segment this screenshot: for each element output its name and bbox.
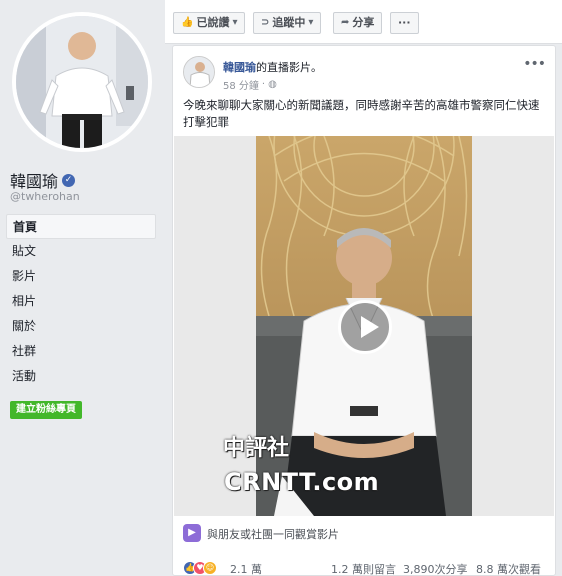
liked-label: 已說讚 — [196, 16, 230, 29]
video-post: 韓國瑜的直播影片。 58 分鐘 · ◍ ••• 今晚來聊聊大家關心的新聞議題，同… — [172, 45, 556, 576]
profile-avatar[interactable] — [12, 12, 152, 152]
page-sidebar: 韓國瑜 ✓ @twherohan 首頁 貼文 影片 相片 關於 社群 活動 建立… — [0, 0, 162, 576]
more-options-button[interactable]: ··· — [390, 12, 419, 34]
watch-party-icon: ▶ — [183, 524, 201, 542]
profile-name-row[interactable]: 韓國瑜 ✓ — [10, 168, 76, 192]
post-header: 韓國瑜的直播影片。 — [223, 59, 322, 75]
nav-item-events[interactable]: 活動 — [6, 364, 156, 389]
post-stats: 👍 ♥ ☺ 2.1 萬 1.2 萬則留言 3,890次分享 8.8 萬次觀看 — [183, 558, 547, 576]
author-photo — [184, 57, 214, 87]
post-action-text: 的直播影片。 — [256, 61, 322, 74]
post-author-avatar[interactable] — [183, 56, 215, 88]
liked-button[interactable]: 👍 已說讚 ▾ — [173, 12, 246, 34]
watermark-logo: 中評社 — [223, 436, 290, 461]
profile-handle[interactable]: @twherohan — [10, 190, 80, 203]
more-label: ··· — [398, 16, 411, 29]
verified-badge-icon: ✓ — [62, 173, 76, 187]
post-author-link[interactable]: 韓國瑜 — [223, 61, 256, 74]
share-count[interactable]: 3,890次分享 — [403, 561, 468, 575]
post-timestamp-row: 58 分鐘 · ◍ — [223, 77, 277, 92]
create-page-button[interactable]: 建立粉絲專頁 — [10, 401, 82, 419]
reaction-icons[interactable]: 👍 ♥ ☺ — [183, 561, 217, 575]
nav-item-videos[interactable]: 影片 — [6, 264, 156, 289]
view-count: 8.8 萬次觀看 — [476, 563, 541, 576]
nav-item-home[interactable]: 首頁 — [6, 214, 156, 239]
chevron-down-icon: ▾ — [308, 17, 314, 28]
profile-name[interactable]: 韓國瑜 — [10, 168, 58, 192]
play-button-icon[interactable] — [338, 300, 392, 354]
chevron-down-icon: ▾ — [232, 17, 238, 28]
thumbs-up-icon: 👍 — [181, 17, 194, 28]
page-nav: 首頁 貼文 影片 相片 關於 社群 活動 — [6, 214, 156, 389]
post-timestamp[interactable]: 58 分鐘 — [223, 77, 259, 92]
page-action-bar: 👍 已說讚 ▾ ⊃ 追蹤中 ▾ ➦ 分享 ··· — [165, 0, 562, 44]
nav-item-photos[interactable]: 相片 — [6, 289, 156, 314]
rss-icon: ⊃ — [261, 17, 270, 28]
nav-item-posts[interactable]: 貼文 — [6, 239, 156, 264]
share-label: 分享 — [352, 16, 375, 29]
comment-count[interactable]: 1.2 萬則留言 — [331, 561, 396, 575]
share-button[interactable]: ➦ 分享 — [333, 12, 383, 34]
post-text: 今晚來聊聊大家關心的新聞議題，同時感謝辛苦的高雄市警察同仁快速打擊犯罪 — [183, 98, 540, 129]
reaction-count[interactable]: 2.1 萬 — [230, 561, 262, 575]
share-arrow-icon: ➦ — [341, 17, 350, 28]
nav-item-about[interactable]: 關於 — [6, 314, 156, 339]
watch-together-text[interactable]: 與朋友或社團一同觀賞影片 — [207, 526, 339, 542]
dot-separator: · — [261, 79, 266, 90]
haha-reaction-icon: ☺ — [203, 561, 217, 575]
globe-icon: ◍ — [268, 79, 277, 90]
following-label: 追蹤中 — [272, 16, 306, 29]
watermark-url: CRNTT.com — [224, 468, 380, 496]
post-more-icon[interactable]: ••• — [523, 56, 546, 72]
following-button[interactable]: ⊃ 追蹤中 ▾ — [253, 12, 322, 34]
profile-photo — [16, 16, 148, 148]
nav-item-community[interactable]: 社群 — [6, 339, 156, 364]
watch-together-row: ▶ 與朋友或社團一同觀賞影片 — [174, 521, 554, 547]
